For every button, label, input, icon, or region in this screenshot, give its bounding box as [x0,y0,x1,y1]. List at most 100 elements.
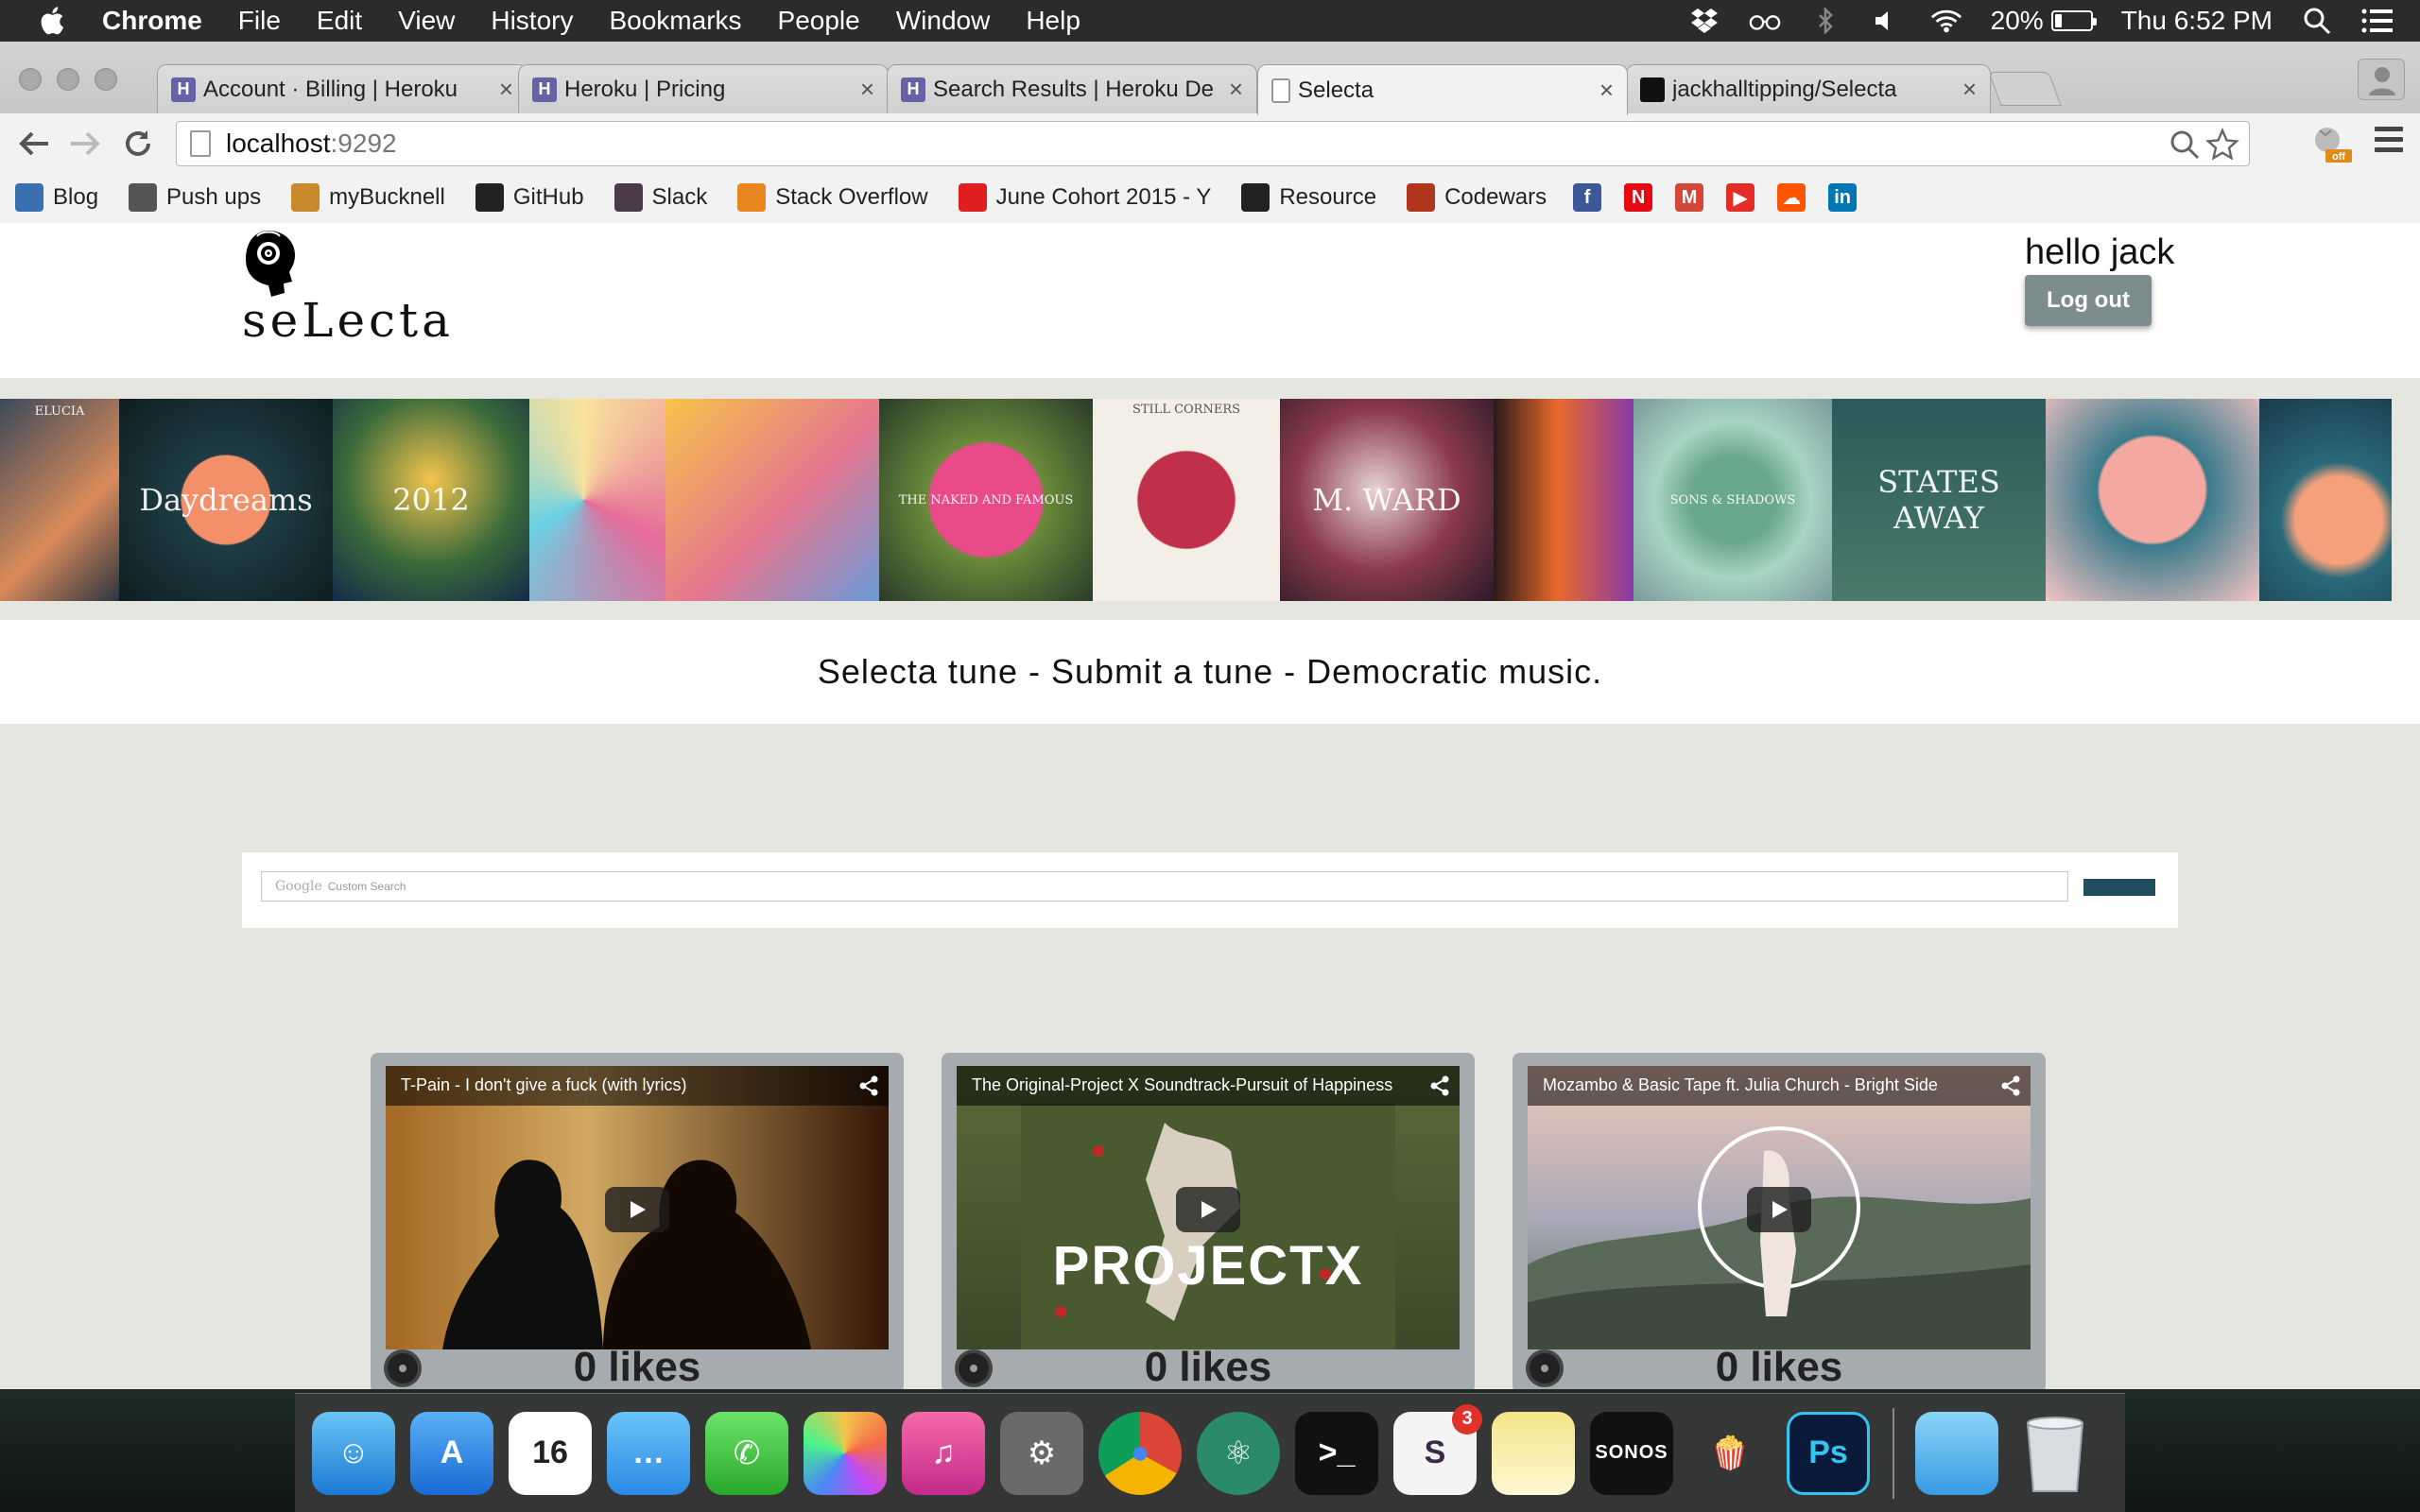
popcorn-time-icon[interactable]: 🍿 [1688,1412,1772,1495]
chrome-icon[interactable]: ● [1098,1411,1182,1512]
bookmark-item[interactable]: Stack Overflow [737,183,928,212]
bookmark-item[interactable]: myBucknell [291,183,445,212]
bookmark-item[interactable]: Slack [614,183,707,212]
play-button[interactable] [1747,1187,1811,1232]
menu-app-name[interactable]: Chrome [102,6,202,36]
share-icon[interactable] [858,1075,879,1101]
bookmark-item[interactable]: ☁ [1777,183,1806,212]
browser-tab[interactable]: Selecta × [1257,64,1628,115]
dock: ☺ A 16 … ✆ ♫ ⚙ ● ⚛ >_ S 3 SONOS 🍿 Ps [295,1393,2125,1512]
notes-icon[interactable] [1492,1411,1575,1495]
minimize-window-button[interactable] [57,68,79,91]
volume-icon[interactable] [1870,7,1902,35]
profile-button[interactable] [2358,59,2405,100]
menu-people[interactable]: People [778,6,860,36]
play-button[interactable] [605,1187,669,1232]
bookmark-item[interactable]: M [1675,183,1704,212]
bookmark-item[interactable]: in [1828,183,1858,212]
app-store-icon[interactable]: A [410,1411,493,1495]
menu-help[interactable]: Help [1026,6,1080,36]
menu-window[interactable]: Window [896,6,991,36]
menu-view[interactable]: View [398,6,455,36]
video-title[interactable]: Mozambo & Basic Tape ft. Julia Church - … [1528,1066,2031,1106]
address-host: localhost [226,129,331,158]
bookmark-item[interactable]: Push ups [129,183,261,212]
video-title[interactable]: The Original-Project X Soundtrack-Pursui… [957,1066,1460,1106]
bookmark-item[interactable]: GitHub [475,183,584,212]
forward-button[interactable] [66,125,104,163]
facetime-icon[interactable]: ✆ [705,1411,788,1495]
bookmark-star-icon[interactable] [2205,127,2239,168]
album-cover [666,399,879,601]
bookmark-item[interactable]: June Cohort 2015 - Y [958,183,1211,212]
chrome-menu-button[interactable] [2375,127,2403,158]
wifi-icon[interactable] [1930,7,1962,35]
youtube-embed[interactable]: Mozambo & Basic Tape ft. Julia Church - … [1528,1066,2031,1349]
browser-tab[interactable]: jackhalltipping/Selecta × [1626,64,1991,113]
spotlight-search-icon[interactable] [2301,7,2333,35]
dock-glyph: ⚛ [1223,1435,1253,1471]
system-preferences-icon[interactable]: ⚙ [1000,1411,1083,1495]
bookmark-label: Codewars [1444,184,1547,210]
dock-separator [1893,1407,1894,1499]
itunes-icon[interactable]: ♫ [902,1411,985,1495]
terminal-icon[interactable]: >_ [1295,1411,1378,1512]
reload-button[interactable] [119,125,157,163]
photos-icon[interactable] [804,1411,887,1495]
custom-search-input[interactable]: Google Custom Search [261,871,2068,902]
bookmark-item[interactable]: ▶ [1726,183,1755,212]
close-window-button[interactable] [19,68,42,91]
bookmark-item[interactable]: f [1573,183,1602,212]
apple-icon[interactable] [38,5,70,37]
calendar-icon[interactable]: 16 [509,1411,592,1495]
selecta-logo-text[interactable]: seLecta [242,293,454,348]
selecta-logo-icon[interactable] [236,229,302,299]
menu-history[interactable]: History [491,6,573,36]
back-button[interactable] [15,125,53,163]
bookmark-item[interactable]: N [1624,183,1653,212]
menu-bookmarks[interactable]: Bookmarks [609,6,741,36]
share-icon[interactable] [1429,1075,1450,1101]
slack-icon[interactable]: S3 [1393,1403,1482,1512]
bookmark-item[interactable]: Codewars [1407,183,1547,212]
close-tab-icon[interactable]: × [499,75,513,104]
youtube-embed[interactable]: The Original-Project X Soundtrack-Pursui… [957,1066,1460,1349]
dock-glyph: A [440,1435,464,1470]
close-tab-icon[interactable]: × [1962,75,1977,104]
close-tab-icon[interactable]: × [1599,76,1614,105]
glasses-icon[interactable] [1749,7,1781,35]
close-tab-icon[interactable]: × [860,75,874,104]
dock-glyph: Ps [1808,1435,1848,1470]
search-submit-button[interactable] [2083,879,2155,896]
search-icon[interactable] [2169,129,2200,166]
photoshop-icon[interactable]: Ps [1787,1411,1870,1495]
bluetooth-icon[interactable] [1809,7,1841,35]
bookmark-item[interactable]: Blog [15,183,98,212]
menubar-clock[interactable]: Thu 6:52 PM [2121,6,2273,36]
zoom-window-button[interactable] [95,68,117,91]
video-title[interactable]: T-Pain - I don't give a fuck (with lyric… [386,1066,889,1106]
battery-indicator[interactable]: 20% [1991,6,2097,36]
share-icon[interactable] [2000,1075,2021,1101]
bookmark-item[interactable]: Resource [1241,183,1376,212]
new-tab-button[interactable] [1988,72,2062,106]
browser-tab[interactable]: H Search Results | Heroku De × [887,64,1257,113]
play-button[interactable] [1176,1187,1240,1232]
browser-tab[interactable]: H Account · Billing | Heroku × [157,64,527,113]
address-bar[interactable]: localhost:9292 [176,121,2250,166]
downloads-folder-icon[interactable] [1915,1411,1998,1495]
close-tab-icon[interactable]: × [1229,75,1243,104]
trash-icon[interactable] [2014,1412,2097,1495]
dropbox-icon[interactable] [1688,7,1720,35]
atom-icon[interactable]: ⚛ [1197,1411,1280,1495]
menu-file[interactable]: File [238,6,281,36]
messages-icon[interactable]: … [607,1411,690,1512]
menu-edit[interactable]: Edit [317,6,362,36]
browser-tab[interactable]: H Heroku | Pricing × [518,64,889,113]
notification-center-icon[interactable] [2361,7,2394,35]
finder-icon[interactable]: ☺ [312,1411,395,1512]
logout-button[interactable]: Log out [2025,275,2152,326]
sonos-icon[interactable]: SONOS [1590,1411,1673,1495]
extension-off-icon[interactable]: off [2308,121,2352,164]
youtube-embed[interactable]: T-Pain - I don't give a fuck (with lyric… [386,1066,889,1349]
